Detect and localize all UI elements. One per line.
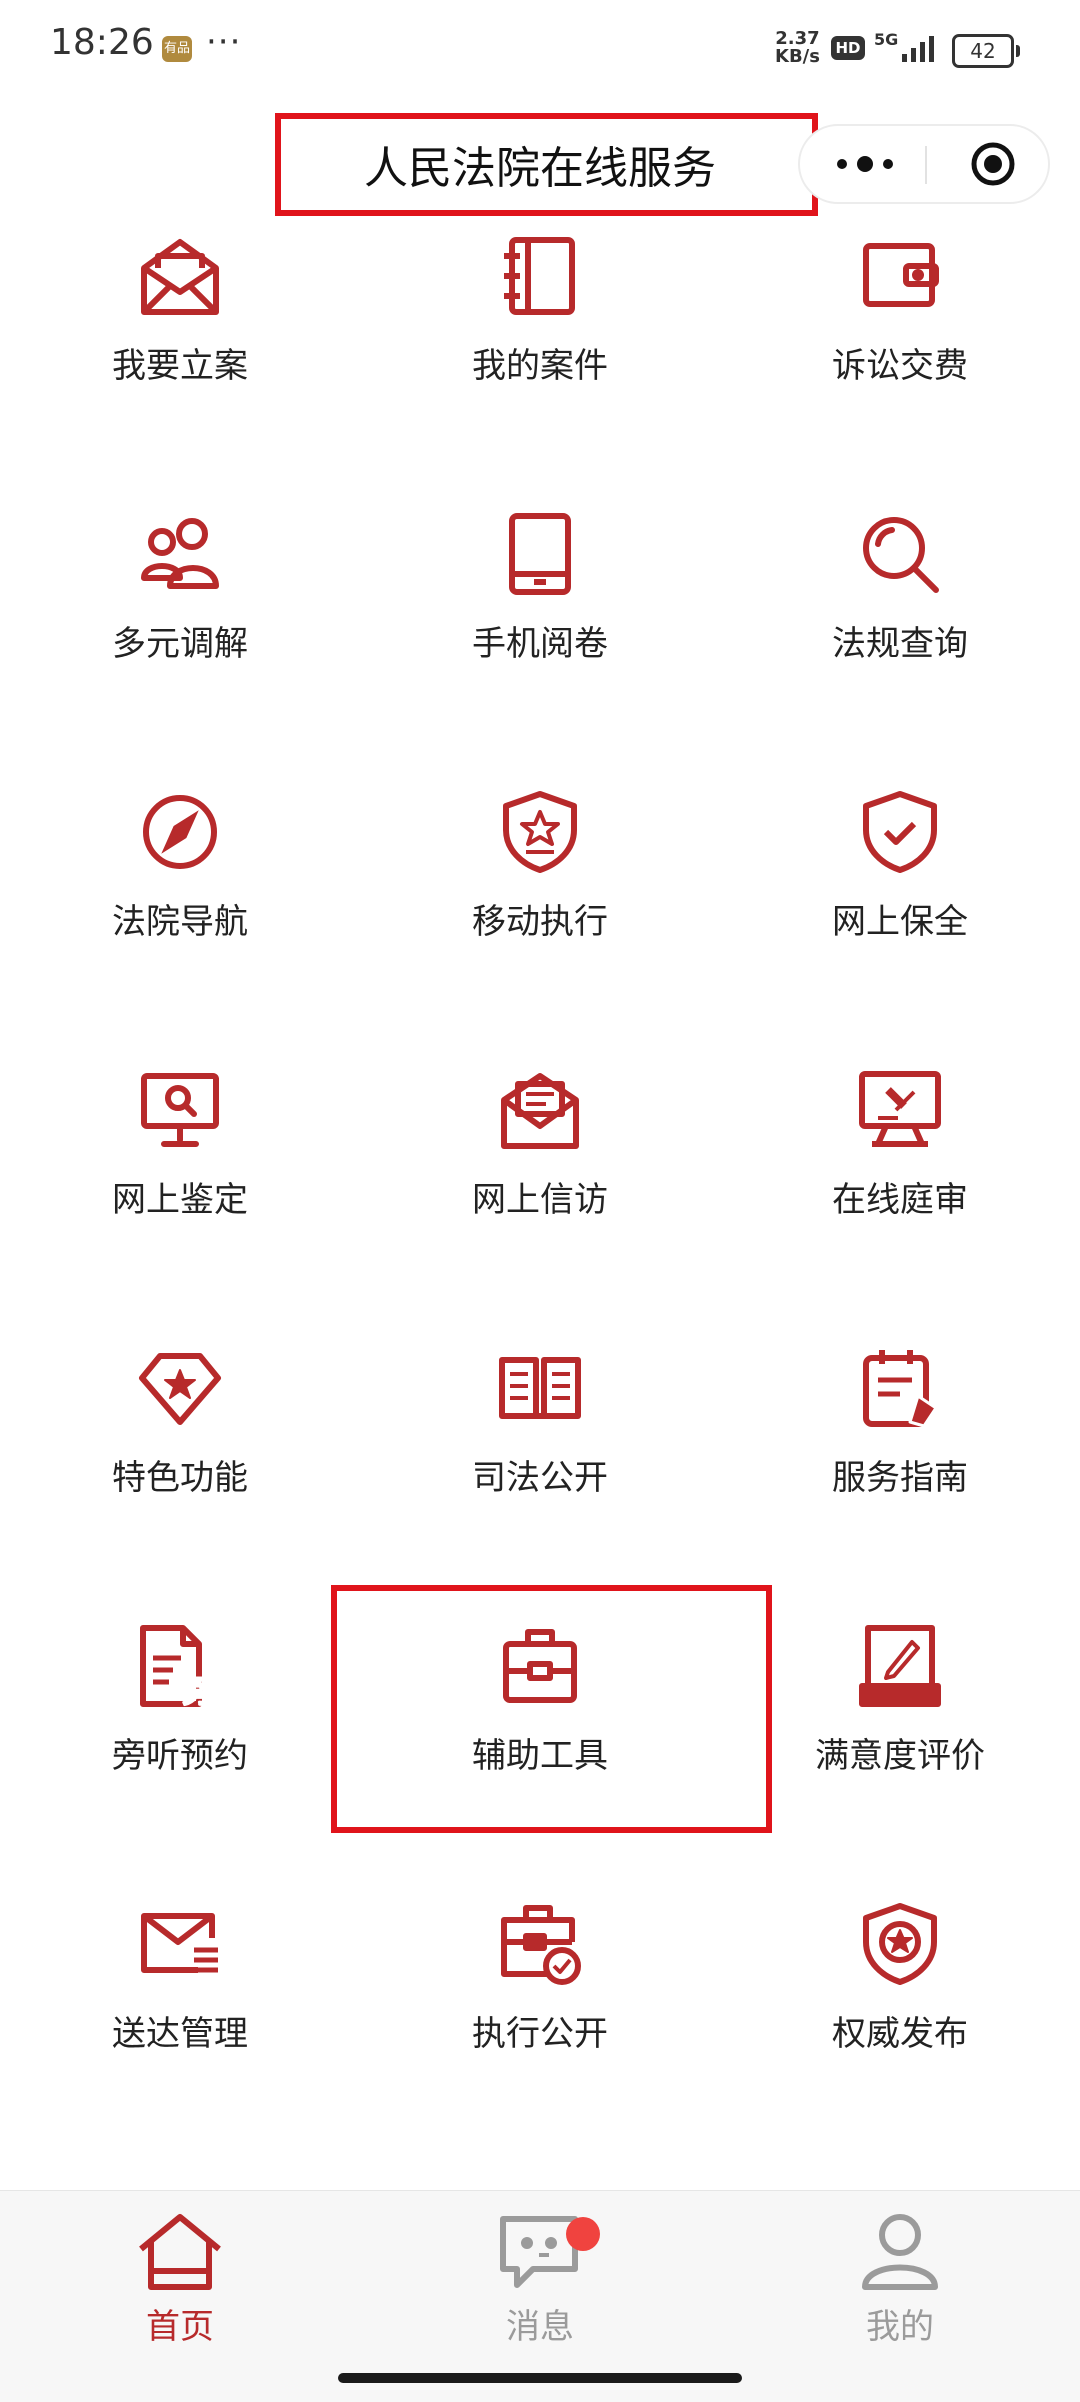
tablet-icon: [509, 513, 571, 595]
grid-item-special-features[interactable]: 特色功能: [40, 1346, 320, 1586]
shield-star-icon: [503, 791, 577, 873]
capsule-divider: [925, 146, 927, 184]
grid-item-delivery-management[interactable]: 送达管理: [40, 1902, 320, 2142]
network-speed: 2.37 KB/s: [775, 28, 820, 67]
grid-item-judicial-openness[interactable]: 司法公开: [400, 1346, 680, 1586]
status-more-icon: ···: [206, 22, 242, 62]
grid-item-online-appraisal[interactable]: 网上鉴定: [40, 1068, 320, 1308]
clipboard-icon: [863, 1350, 938, 1428]
svg-text:旁: 旁: [182, 1672, 220, 1708]
grid-item-mobile-review[interactable]: 手机阅卷: [400, 512, 680, 752]
network-type: 5G: [874, 30, 899, 49]
grid-item-file-case[interactable]: 我要立案: [40, 234, 320, 474]
hd-icon: HD: [831, 36, 865, 60]
grid-item-satisfaction-rating[interactable]: 满意度评价: [760, 1624, 1040, 1864]
wallet-icon: [863, 243, 939, 307]
grid-item-hearing-booking[interactable]: 旁 旁听预约: [40, 1624, 320, 1864]
user-icon: [862, 2214, 938, 2290]
signal-icon: [902, 36, 934, 62]
people-icon: [141, 518, 219, 589]
close-miniprogram-icon[interactable]: [970, 141, 1016, 187]
grid-item-law-search[interactable]: 法规查询: [760, 512, 1040, 752]
open-book-icon: [499, 1357, 581, 1419]
shield-check-icon: [863, 791, 937, 873]
tab-home[interactable]: 首页: [60, 2211, 300, 2348]
title-highlight-box: [275, 113, 818, 216]
envelope-icon: [141, 239, 219, 315]
document-icon: 旁: [140, 1625, 221, 1708]
app-badge-icon: 有品: [162, 36, 192, 62]
home-icon: [139, 2214, 221, 2290]
tray-pen-icon: [859, 1625, 941, 1707]
unread-badge: [566, 2217, 600, 2251]
monitor-search-icon: [141, 1073, 219, 1147]
mail-lines-icon: [141, 1913, 218, 1973]
grid-item-authoritative-release[interactable]: 权威发布: [760, 1902, 1040, 2142]
miniprogram-capsule: [798, 124, 1050, 204]
badge-star-icon: [863, 1903, 937, 1985]
letter-icon: [501, 1073, 579, 1149]
compass-icon: [143, 795, 217, 869]
grid-item-mediation[interactable]: 多元调解: [40, 512, 320, 752]
grid-item-mobile-execution[interactable]: 移动执行: [400, 790, 680, 1030]
grid-item-execution-openness[interactable]: 执行公开: [400, 1902, 680, 2142]
status-time: 18:26: [50, 22, 154, 63]
grid-item-online-petition[interactable]: 网上信访: [400, 1068, 680, 1308]
notebook-icon: [504, 237, 575, 315]
home-indicator[interactable]: [338, 2373, 742, 2383]
grid-item-court-navigation[interactable]: 法院导航: [40, 790, 320, 1030]
briefcase-check-icon: [501, 1905, 581, 1985]
gavel-monitor-icon: [859, 1071, 941, 1147]
tab-me[interactable]: 我的: [780, 2211, 1020, 2348]
bottom-tab-bar: 首页 消息 我的: [0, 2190, 1080, 2402]
grid-item-online-preservation[interactable]: 网上保全: [760, 790, 1040, 1030]
more-options-icon[interactable]: [830, 144, 900, 184]
grid-item-litigation-fee[interactable]: 诉讼交费: [760, 234, 1040, 474]
tools-highlight-box: [331, 1585, 772, 1833]
grid-item-my-cases[interactable]: 我的案件: [400, 234, 680, 474]
status-bar: 18:26 有品 ··· 2.37 KB/s HD 5G 42: [0, 0, 1080, 96]
diamond-star-icon: [139, 1353, 221, 1425]
search-icon: [863, 517, 939, 593]
battery-icon: 42: [952, 34, 1020, 68]
grid-item-service-guide[interactable]: 服务指南: [760, 1346, 1040, 1586]
tab-messages[interactable]: 消息: [420, 2211, 660, 2348]
grid-item-online-trial[interactable]: 在线庭审: [760, 1068, 1040, 1308]
